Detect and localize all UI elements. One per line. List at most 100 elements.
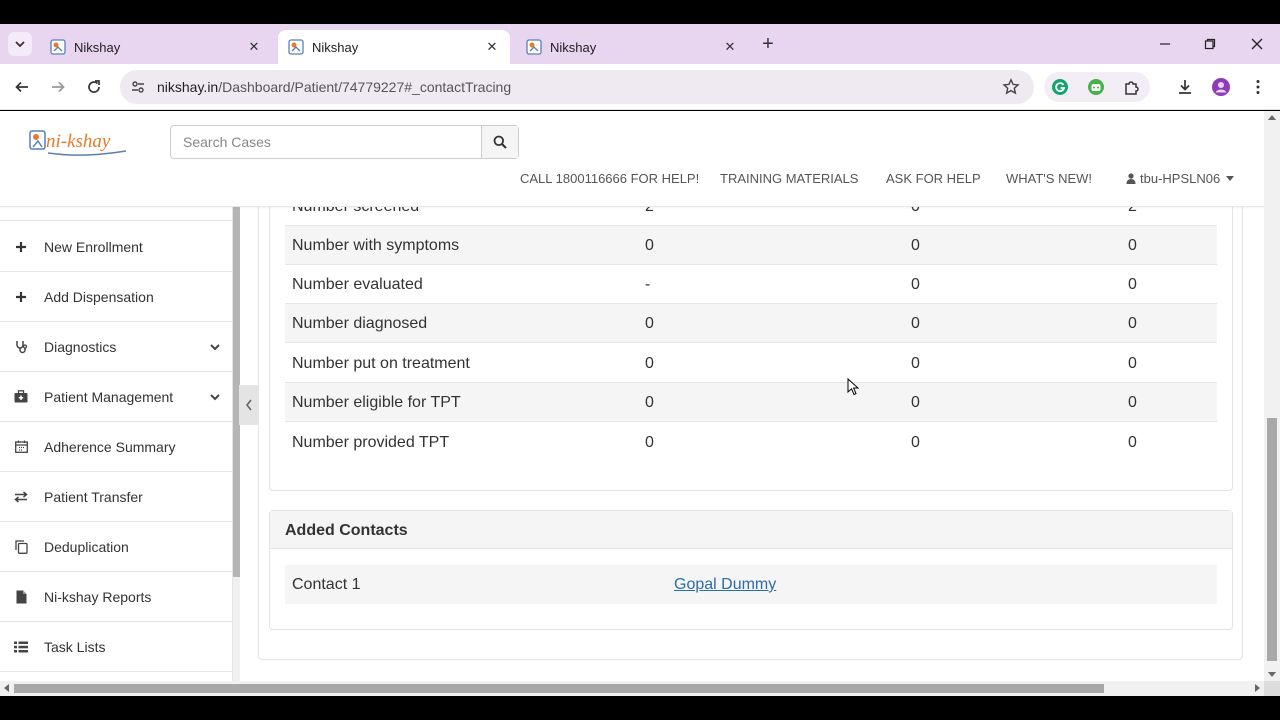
scrollbar-corner: [1264, 681, 1280, 696]
added-contacts-header: Added Contacts: [270, 511, 1232, 549]
sidebar: New Enrollment Add Dispensation Diagnost…: [0, 207, 233, 681]
browser-tab-bar: Nikshay ✕ Nikshay ✕ Nikshay ✕ +: [0, 24, 1280, 64]
plus-icon: [14, 290, 28, 304]
page-scroll-thumb[interactable]: [1267, 418, 1277, 661]
scroll-up-icon[interactable]: [1268, 115, 1276, 120]
whats-new-link[interactable]: WHAT'S NEW!: [1006, 171, 1092, 186]
sidebar-item-nikshay-reports[interactable]: Ni-kshay Reports: [0, 572, 232, 622]
new-tab-button[interactable]: +: [758, 34, 778, 54]
browser-tab-1[interactable]: Nikshay ✕: [40, 30, 272, 64]
close-icon[interactable]: ✕: [246, 39, 262, 55]
briefcase-medical-icon: [14, 390, 28, 404]
extensions-puzzle-icon[interactable]: [1122, 77, 1142, 97]
sidebar-item-label: Patient Management: [44, 388, 174, 405]
sidebar-item-add-dispensation[interactable]: Add Dispensation: [0, 272, 232, 322]
bookmark-star-icon[interactable]: [1002, 78, 1020, 96]
contact-row: Contact 1 Gopal Dummy: [285, 565, 1217, 604]
window-close-icon[interactable]: [1245, 34, 1269, 54]
scroll-right-icon[interactable]: [1255, 684, 1260, 692]
user-menu-dropdown[interactable]: tbu-HPSLN06: [1126, 171, 1235, 186]
training-materials-link[interactable]: TRAINING MATERIALS: [720, 171, 858, 186]
sidebar-scrollbar[interactable]: [233, 207, 240, 681]
url-text: nikshay.in/Dashboard/Patient/74779227#_c…: [157, 79, 512, 95]
sidebar-item-previous: [0, 207, 232, 221]
sidebar-item-task-lists[interactable]: Task Lists: [0, 622, 232, 672]
scroll-left-icon[interactable]: [4, 684, 9, 692]
chevron-left-icon: [245, 399, 252, 411]
plus-icon: [14, 240, 28, 254]
table-row: Number with symptoms 0 0 0: [285, 226, 1217, 265]
horizontal-scroll-thumb[interactable]: [14, 684, 1104, 693]
svg-text:ni-kshay: ni-kshay: [46, 131, 111, 152]
close-icon[interactable]: ✕: [722, 39, 738, 55]
username: tbu-HPSLN06: [1140, 171, 1221, 186]
sidebar-item-label: Add Dispensation: [44, 288, 154, 305]
contact-tracing-content: Number screened 2 0 2 Number with sympto…: [258, 167, 1243, 681]
nikshay-favicon: [50, 39, 66, 55]
app-header: ni-kshay CALL 1800116666 FOR HELP! TRAIN…: [0, 111, 1264, 207]
sidebar-item-label: Diagnostics: [44, 338, 117, 355]
sidebar-item-deduplication[interactable]: Deduplication: [0, 522, 232, 572]
sidebar-item-adherence-summary[interactable]: Adherence Summary: [0, 422, 232, 472]
sidebar-item-patient-management[interactable]: Patient Management: [0, 372, 232, 422]
sidebar-item-label: Adherence Summary: [44, 438, 176, 455]
browser-tab-3[interactable]: Nikshay ✕: [516, 30, 748, 64]
web-page: ni-kshay CALL 1800116666 FOR HELP! TRAIN…: [0, 111, 1280, 696]
ask-for-help-link[interactable]: ASK FOR HELP: [886, 171, 981, 186]
download-icon[interactable]: [1174, 76, 1196, 98]
page-horizontal-scrollbar[interactable]: [0, 681, 1264, 696]
contact-name-link[interactable]: Gopal Dummy: [674, 576, 776, 594]
minimize-icon[interactable]: [1153, 34, 1177, 54]
page-vertical-scrollbar[interactable]: [1264, 111, 1280, 681]
address-bar[interactable]: nikshay.in/Dashboard/Patient/74779227#_c…: [120, 70, 1034, 104]
table-row: Number provided TPT 0 0 0: [292, 434, 1137, 451]
screen: Nikshay ✕ Nikshay ✕ Nikshay ✕ + nikshay.…: [0, 0, 1280, 720]
tab-title: Nikshay: [550, 39, 597, 55]
caret-down-icon: [1226, 176, 1235, 181]
call-help-link[interactable]: CALL 1800116666 FOR HELP!: [520, 171, 699, 186]
sidebar-item-label: Ni-kshay Reports: [44, 588, 152, 605]
added-contacts-panel: Added Contacts Contact 1 Gopal Dummy: [269, 510, 1233, 630]
scroll-down-icon[interactable]: [1268, 672, 1276, 677]
table-row: Number eligible for TPT 0 0 0: [285, 383, 1217, 422]
sidebar-item-patient-transfer[interactable]: Patient Transfer: [0, 472, 232, 522]
chevron-down-icon: [210, 394, 220, 401]
nikshay-favicon: [288, 39, 304, 55]
search-button[interactable]: [481, 126, 518, 158]
browser-toolbar: nikshay.in/Dashboard/Patient/74779227#_c…: [0, 64, 1280, 110]
table-row: Number evaluated - 0 0: [285, 265, 1217, 304]
added-contacts-heading: Added Contacts: [285, 522, 408, 539]
browser-tab-2[interactable]: Nikshay ✕: [278, 30, 510, 64]
chevron-down-icon: [210, 344, 220, 351]
sidebar-item-new-enrollment[interactable]: New Enrollment: [0, 222, 232, 272]
tab-title: Nikshay: [312, 39, 359, 55]
restore-icon[interactable]: [1198, 34, 1222, 54]
collapse-sidebar-button[interactable]: [239, 385, 259, 425]
back-arrow-icon[interactable]: [11, 76, 33, 98]
list-icon: [14, 640, 28, 654]
tab-title: Nikshay: [74, 39, 121, 55]
kebab-menu-icon[interactable]: [1247, 76, 1269, 98]
stethoscope-icon: [14, 340, 28, 354]
sidebar-item-label: Deduplication: [44, 538, 129, 555]
grammarly-icon[interactable]: [1050, 77, 1070, 97]
reload-icon[interactable]: [83, 76, 105, 98]
sidebar-item-label: New Enrollment: [44, 238, 143, 255]
table-row: Number put on treatment 0 0 0: [285, 344, 1217, 383]
calendar-icon: [14, 440, 28, 454]
copy-icon: [14, 539, 28, 554]
close-icon[interactable]: ✕: [484, 39, 500, 55]
mouse-cursor-icon: [847, 378, 859, 396]
tab-search-button[interactable]: [8, 32, 32, 56]
sidebar-item-label: Task Lists: [44, 638, 106, 655]
profile-avatar-icon[interactable]: [1210, 76, 1232, 98]
nikshay-logo[interactable]: ni-kshay: [28, 125, 132, 159]
sidebar-item-diagnostics[interactable]: Diagnostics: [0, 322, 232, 372]
file-icon: [14, 590, 28, 604]
site-info-icon[interactable]: [130, 79, 146, 95]
extension-robot-icon[interactable]: [1086, 77, 1106, 97]
extensions-group: [1044, 72, 1150, 102]
forward-arrow-icon[interactable]: [47, 76, 69, 98]
table-row: Number diagnosed 0 0 0: [285, 304, 1217, 343]
search-cases-input[interactable]: [171, 126, 483, 158]
